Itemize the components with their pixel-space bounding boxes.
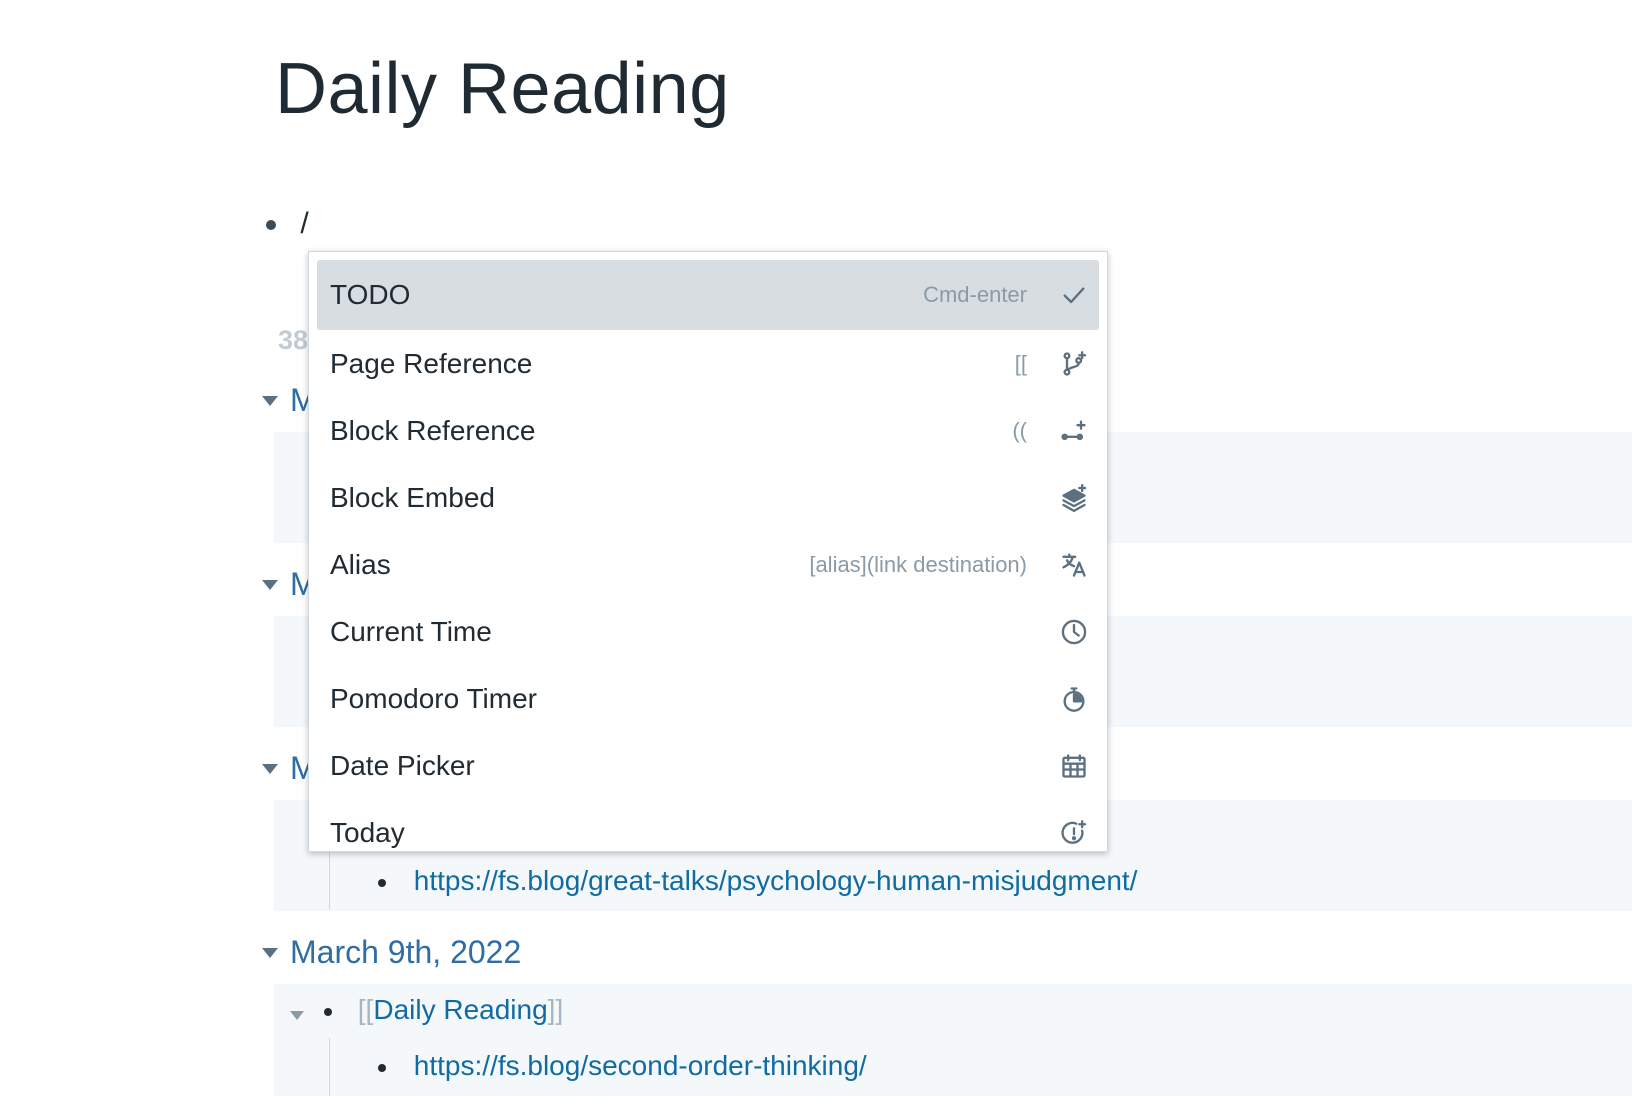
ref-open-bracket: [[: [357, 994, 374, 1025]
block-thread-line: [329, 1038, 330, 1096]
menu-item-shortcut: [[: [1014, 350, 1027, 376]
menu-item-label: Block Embed: [330, 481, 495, 513]
clock-icon: [1059, 617, 1089, 647]
block-bullet[interactable]: [378, 878, 386, 887]
menu-item-block-embed[interactable]: Block Embed: [317, 464, 1099, 531]
menu-item-date-picker[interactable]: Date Picker: [317, 732, 1099, 799]
menu-item-label: Current Time: [330, 615, 492, 647]
block-bullet[interactable]: [266, 220, 276, 231]
block-bullet[interactable]: [378, 1063, 386, 1072]
translate-icon: [1059, 550, 1089, 580]
slash-command-menu: TODO Cmd-enter Page Reference [[ Block R…: [308, 251, 1108, 852]
layers-icon: [1059, 483, 1089, 513]
menu-item-label: Today: [330, 816, 405, 848]
collapse-caret-icon[interactable]: [262, 948, 278, 958]
block-bullet[interactable]: [324, 1007, 332, 1016]
menu-item-shortcut: Cmd-enter: [923, 282, 1027, 307]
time-alert-icon: [1059, 818, 1089, 848]
reference-link-row[interactable]: https://fs.blog/great-talks/psychology-h…: [378, 865, 1137, 897]
ref-close-bracket: ]]: [547, 994, 564, 1025]
menu-item-label: Date Picker: [330, 749, 475, 781]
menu-item-today[interactable]: Today: [317, 799, 1099, 851]
check-icon: [1059, 280, 1089, 310]
reference-date-title[interactable]: March 9th, 2022: [290, 934, 521, 971]
page-ref-link[interactable]: Daily Reading: [373, 994, 547, 1025]
reference-link-row[interactable]: https://fs.blog/second-order-thinking/: [378, 1050, 867, 1082]
page-ref-row[interactable]: [[Daily Reading]]: [324, 994, 563, 1026]
block-thread-line: [329, 852, 330, 910]
page-title: Daily Reading: [275, 49, 730, 129]
menu-item-alias[interactable]: Alias [alias](link destination): [317, 531, 1099, 598]
block-ref-icon: [1059, 416, 1089, 446]
menu-item-label: Page Reference: [330, 347, 533, 379]
menu-item-label: TODO: [330, 279, 411, 310]
block-input-text[interactable]: /: [300, 207, 308, 240]
collapse-caret-icon[interactable]: [262, 764, 278, 774]
calendar-icon: [1059, 751, 1089, 781]
editing-block[interactable]: /: [266, 207, 309, 241]
linked-references-count: 38: [278, 325, 309, 355]
menu-item-pomodoro-timer[interactable]: Pomodoro Timer: [317, 665, 1099, 732]
block-collapse-caret-icon[interactable]: [290, 1011, 304, 1020]
stopwatch-icon: [1059, 684, 1089, 714]
menu-item-todo[interactable]: TODO Cmd-enter: [317, 260, 1099, 330]
menu-item-label: Pomodoro Timer: [330, 682, 537, 714]
reference-link[interactable]: https://fs.blog/second-order-thinking/: [414, 1050, 867, 1081]
collapse-caret-icon[interactable]: [262, 396, 278, 406]
menu-item-shortcut: ((: [1012, 417, 1027, 443]
menu-item-label: Block Reference: [330, 414, 536, 446]
menu-item-shortcut: [alias](link destination): [809, 551, 1027, 577]
branch-icon: [1059, 349, 1089, 379]
menu-item-label: Alias: [330, 548, 391, 580]
reference-link[interactable]: https://fs.blog/great-talks/psychology-h…: [414, 865, 1138, 896]
collapse-caret-icon[interactable]: [262, 580, 278, 590]
menu-item-page-reference[interactable]: Page Reference [[: [317, 330, 1099, 397]
menu-item-block-reference[interactable]: Block Reference ((: [317, 397, 1099, 464]
menu-item-current-time[interactable]: Current Time: [317, 598, 1099, 665]
